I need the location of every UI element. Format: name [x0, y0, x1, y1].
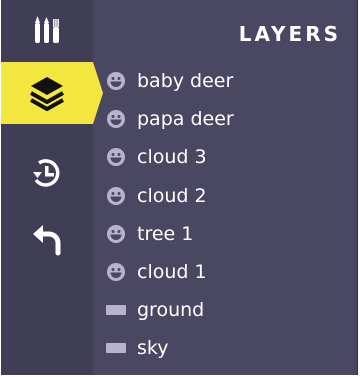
layer-item-sky[interactable]: sky [93, 329, 357, 367]
panel-title: LAYERS [238, 22, 341, 46]
undo-button[interactable] [1, 208, 93, 270]
art-tools-button[interactable] [1, 0, 93, 62]
layer-label: baby deer [137, 70, 234, 93]
rectangle-icon [105, 299, 127, 321]
layer-list: baby deer papa deer cloud 3 cloud 2 tree… [93, 62, 357, 368]
layers-tool-button[interactable] [1, 62, 103, 124]
layer-label: sky [137, 337, 169, 360]
layer-item-cloud-2[interactable]: cloud 2 [93, 177, 357, 215]
sprite-face-icon [105, 108, 127, 130]
rectangle-icon [105, 337, 127, 359]
history-button[interactable] [1, 142, 93, 204]
sprite-face-icon [105, 185, 127, 207]
layer-item-cloud-3[interactable]: cloud 3 [93, 138, 357, 176]
sprite-face-icon [105, 70, 127, 92]
art-tools-icon [27, 11, 67, 51]
layer-item-tree-1[interactable]: tree 1 [93, 215, 357, 253]
history-icon [27, 153, 67, 193]
layer-label: tree 1 [137, 222, 194, 245]
layers-icon [25, 71, 69, 115]
sprite-face-icon [105, 223, 127, 245]
layer-item-cloud-1[interactable]: cloud 1 [93, 253, 357, 291]
sprite-face-icon [105, 261, 127, 283]
layers-panel-window: LAYERS baby deer papa deer cloud 3 cloud… [1, 0, 358, 375]
sprite-face-icon [105, 146, 127, 168]
layer-label: ground [137, 299, 205, 322]
undo-icon [27, 219, 67, 259]
layer-item-papa-deer[interactable]: papa deer [93, 100, 357, 138]
layer-item-ground[interactable]: ground [93, 291, 357, 329]
layer-label: papa deer [137, 108, 234, 131]
layer-label: cloud 1 [137, 261, 207, 284]
layer-label: cloud 3 [137, 146, 207, 169]
layer-item-baby-deer[interactable]: baby deer [93, 62, 357, 100]
toolbar [1, 0, 103, 375]
layer-label: cloud 2 [137, 184, 207, 207]
